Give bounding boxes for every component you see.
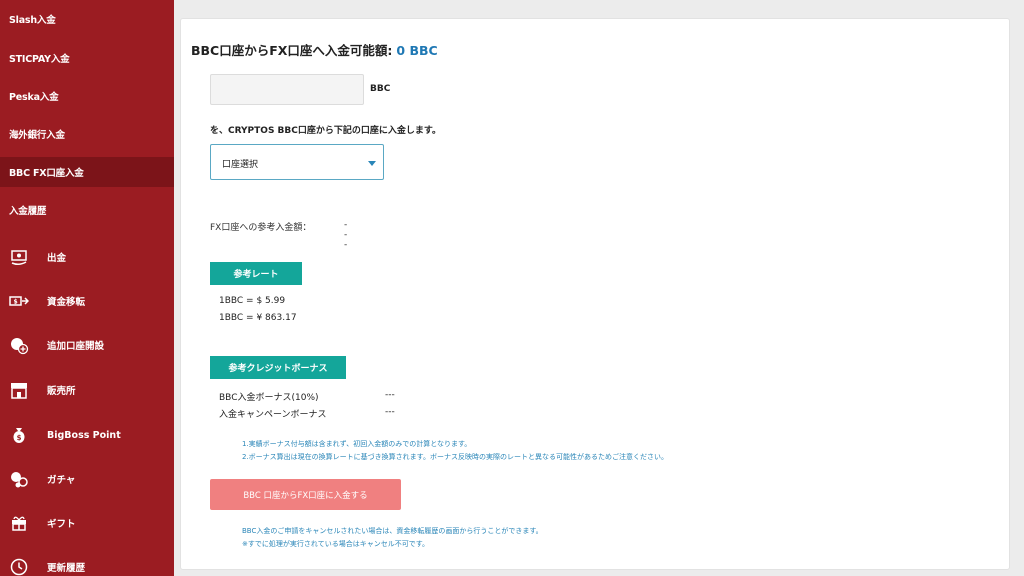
sidebar-item-label: 更新履歴 — [47, 563, 86, 574]
sidebar-item-label: 出金 — [47, 253, 67, 264]
sidebar-item-label: ギフト — [47, 519, 76, 530]
cancel-note: ※すでに処理が実行されている場合はキャンセル不可です。 — [242, 540, 430, 548]
sidebar-item-sticpay-deposit[interactable]: STICPAY入金 — [0, 43, 174, 73]
svg-text:$: $ — [17, 434, 22, 442]
sidebar-item-label: Peska入金 — [9, 92, 59, 103]
reference-amount-label: FX口座への参考入金額： — [210, 223, 312, 233]
sidebar-item-label: 資金移転 — [47, 297, 86, 308]
sidebar-item-bbc-fx-deposit[interactable]: BBC FX口座入金 — [0, 157, 174, 187]
sidebar-item-transfer[interactable]: $ 資金移転 — [0, 284, 174, 318]
instruction-text: を、CRYPTOS BBC口座から下記の口座に入金します。 — [210, 126, 441, 136]
sidebar-item-label: 販売所 — [47, 386, 76, 397]
transfer-icon: $ — [8, 290, 30, 312]
point-icon: $ — [8, 424, 30, 446]
chevron-down-icon — [368, 161, 376, 166]
bonus-note: 2.ボーナス算出は現在の換算レートに基づき換算されます。ボーナス反映時の実際のレ… — [242, 453, 668, 461]
bonus-row-label: BBC入金ボーナス(10%) — [219, 393, 319, 403]
sidebar-item-label: 追加口座開設 — [47, 341, 105, 352]
sidebar-item-update-history[interactable]: 更新履歴 — [0, 550, 174, 576]
add-account-icon — [8, 334, 30, 356]
sidebar-item-label: ガチャ — [47, 475, 76, 486]
deposit-submit-button[interactable]: BBC 口座からFX口座に入金する — [210, 479, 401, 510]
sidebar-item-bigboss-point[interactable]: $ BigBoss Point — [0, 418, 174, 452]
cancel-note: BBC入金のご申請をキャンセルされたい場合は、資金移転履歴の画面から行うことがで… — [242, 527, 543, 535]
gacha-icon — [8, 468, 30, 490]
bonus-row-value: --- — [385, 407, 395, 417]
sidebar-item-label: STICPAY入金 — [9, 54, 70, 65]
page-title-text: BBC口座からFX口座へ入金可能額: — [191, 43, 393, 58]
page-title: BBC口座からFX口座へ入金可能額: 0 BBC — [191, 40, 438, 59]
sidebar-item-label: BBC FX口座入金 — [9, 168, 84, 179]
reference-amount-value: --- — [344, 220, 348, 250]
sidebar-item-label: 入金履歴 — [9, 206, 47, 217]
sidebar-item-shop[interactable]: 販売所 — [0, 373, 174, 407]
sidebar-item-label: Slash入金 — [9, 15, 56, 26]
amount-unit-label: BBC — [370, 84, 391, 94]
sidebar: Slash入金 STICPAY入金 Peska入金 海外銀行入金 BBC FX口… — [0, 0, 174, 576]
sidebar-item-overseas-bank-deposit[interactable]: 海外銀行入金 — [0, 119, 174, 149]
account-select-value: 口座選択 — [222, 160, 259, 170]
bonus-note: 1.実績ボーナス付与額は含まれず、初回入金額のみでの計算となります。 — [242, 440, 472, 448]
sidebar-item-gift[interactable]: ギフト — [0, 506, 174, 540]
gift-icon — [8, 512, 30, 534]
sidebar-item-withdraw[interactable]: 出金 — [0, 240, 174, 274]
bonus-section-heading: 参考クレジットボーナス — [210, 356, 346, 379]
bonus-row-value: --- — [385, 390, 395, 400]
sidebar-item-peska-deposit[interactable]: Peska入金 — [0, 81, 174, 111]
amount-input[interactable] — [210, 74, 364, 105]
shop-icon — [8, 379, 30, 401]
sidebar-item-add-account[interactable]: 追加口座開設 — [0, 328, 174, 362]
rate-jpy: 1BBC = ¥ 863.17 — [219, 313, 297, 323]
sidebar-item-label: BigBoss Point — [47, 429, 121, 441]
rate-section-heading: 参考レート — [210, 262, 302, 285]
deposit-panel: BBC口座からFX口座へ入金可能額: 0 BBC BBC を、CRYPTOS BB… — [180, 18, 1010, 570]
sidebar-item-label: 海外銀行入金 — [9, 130, 65, 141]
reference-amount-row: FX口座への参考入金額： --- — [210, 220, 347, 250]
bonus-row-label: 入金キャンペーンボーナス — [219, 410, 327, 420]
sidebar-item-gacha[interactable]: ガチャ — [0, 462, 174, 496]
history-icon — [8, 556, 30, 576]
sidebar-item-slash-deposit[interactable]: Slash入金 — [0, 4, 174, 34]
rate-usd: 1BBC = $ 5.99 — [219, 296, 286, 306]
sidebar-item-deposit-history[interactable]: 入金履歴 — [0, 195, 174, 225]
svg-text:$: $ — [14, 299, 18, 306]
available-amount: 0 BBC — [396, 43, 438, 58]
account-select[interactable]: 口座選択 — [210, 144, 384, 180]
withdraw-icon — [8, 246, 30, 268]
